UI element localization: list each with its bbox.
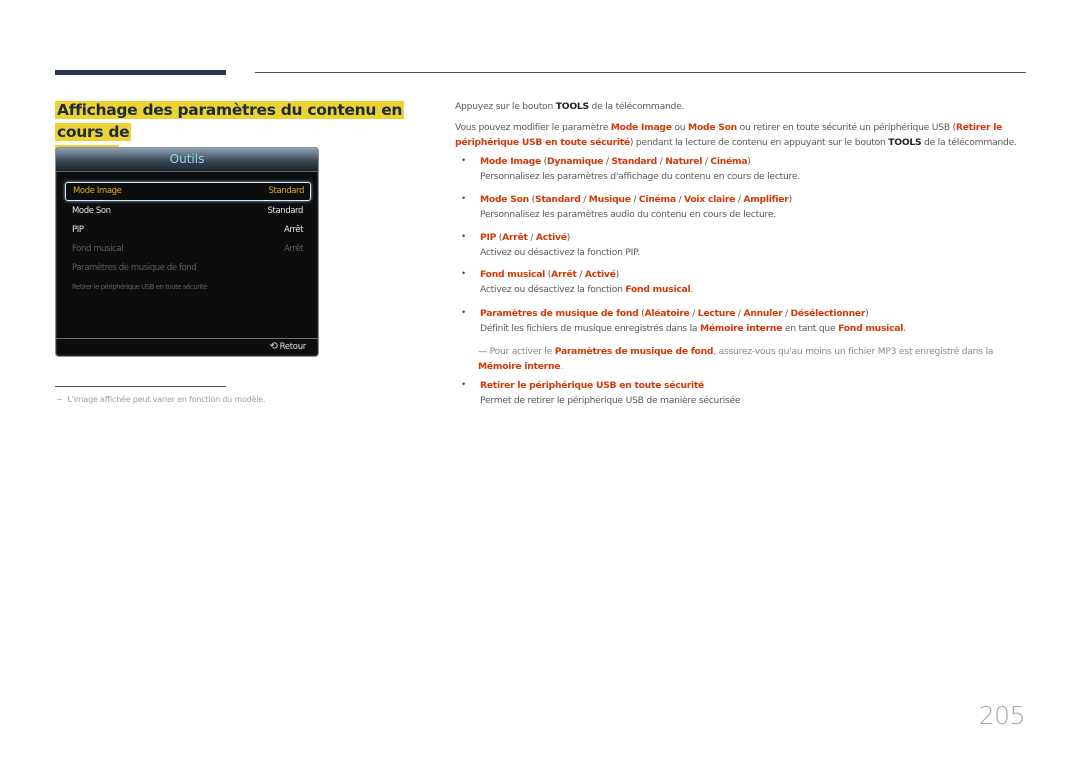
- hl-music-settings: Paramètres de musique de fond: [554, 346, 714, 357]
- bullet-mode-son: Mode Son (Standard / Musique / Cinéma / …: [480, 194, 792, 220]
- option: Standard: [611, 156, 657, 167]
- item-value: Standard: [267, 206, 304, 216]
- text: Appuyez sur le bouton: [455, 101, 556, 112]
- text: Vous pouvez modifier le paramètre: [455, 122, 611, 133]
- option: Annuler: [743, 308, 783, 319]
- bullet-icon: •: [462, 231, 466, 241]
- hl-fond-musical: Fond musical: [625, 284, 691, 295]
- tools-menu-footer: ⟲ Retour: [56, 338, 318, 356]
- tools-keyword: TOOLS: [555, 101, 589, 112]
- bullet-icon: •: [462, 155, 466, 165]
- bullet-icon: •: [462, 268, 466, 278]
- header-bar-thick: [55, 70, 226, 75]
- item-label: Retirer le périphérique USB en toute séc…: [72, 283, 208, 291]
- option: Aléatoire: [644, 308, 690, 319]
- text: de la télécommande.: [588, 101, 685, 112]
- text: Pour activer le: [489, 346, 555, 357]
- item-label: PIP: [72, 225, 84, 235]
- note-dash: —: [478, 346, 487, 357]
- footnote-rule: [55, 386, 226, 387]
- tools-menu-item-mode-son: Mode Son Standard: [65, 203, 309, 220]
- hl-retirer: périphérique USB en toute sécurité: [455, 137, 630, 148]
- tools-menu-item-music-settings: Paramètres de musique de fond: [65, 260, 309, 277]
- option: Voix claire: [684, 194, 736, 205]
- bullet-title: Mode Image: [480, 156, 541, 167]
- tools-menu-item-mode-image: Mode Image Standard: [65, 182, 311, 201]
- bullet-desc: Activez ou désactivez la fonction PIP.: [480, 247, 640, 258]
- bullet-icon: •: [462, 307, 466, 317]
- text: ) pendant la lecture de contenu en appuy…: [629, 137, 889, 148]
- hl-retirer: Retirer le: [955, 122, 1003, 133]
- option: Musique: [588, 194, 631, 205]
- item-label: Mode Son: [72, 206, 111, 216]
- intro-paragraph-2: Vous pouvez modifier le paramètre Mode I…: [455, 120, 1025, 150]
- option: Activé: [535, 232, 567, 243]
- hl-memoire-interne: Mémoire interne: [699, 323, 783, 334]
- tools-keyword: TOOLS: [888, 137, 922, 148]
- hl-fond-musical: Fond musical: [838, 323, 904, 334]
- item-label: Fond musical: [72, 244, 124, 254]
- heading-line-1: Affichage des paramètres du contenu en c…: [55, 101, 405, 141]
- tools-menu-item-remove-usb: Retirer le périphérique USB en toute séc…: [65, 279, 309, 296]
- tools-menu-item-pip: PIP Arrêt: [65, 222, 309, 239]
- bullet-desc: Personnalisez les paramètres audio du co…: [480, 209, 776, 220]
- bullet-pip: PIP (Arrêt / Activé) Activez ou désactiv…: [480, 232, 640, 258]
- option: Arrêt: [551, 269, 577, 280]
- text: ou: [671, 122, 689, 133]
- tools-menu-screenshot: Outils Mode Image Standard Mode Son Stan…: [55, 147, 319, 357]
- bullet-music-settings: Paramètres de musique de fond (Aléatoire…: [480, 308, 906, 334]
- bullet-title: Retirer le périphérique USB en toute séc…: [480, 380, 705, 391]
- option: Cinéma: [638, 194, 676, 205]
- bullet-desc: Activez ou désactivez la fonction: [480, 284, 626, 295]
- text: .: [690, 284, 694, 295]
- intro-paragraph-1: Appuyez sur le bouton TOOLS de la téléco…: [455, 99, 684, 114]
- tools-menu-item-fond-musical: Fond musical Arrêt: [65, 241, 309, 258]
- option: Cinéma: [710, 156, 748, 167]
- bullet-title: Mode Son: [480, 194, 529, 205]
- option: Désélectionner: [790, 308, 866, 319]
- option: Dynamique: [546, 156, 604, 167]
- text: , assurez-vous qu'au moins un fichier MP…: [713, 346, 994, 357]
- item-label: Mode Image: [73, 186, 122, 196]
- option: Activé: [584, 269, 616, 280]
- bullet-mode-image: Mode Image (Dynamique / Standard / Natur…: [480, 156, 800, 182]
- option: Standard: [534, 194, 581, 205]
- note: — Pour activer le Paramètres de musique …: [478, 344, 993, 374]
- text: en tant que: [782, 323, 839, 334]
- header-rule: [255, 72, 1026, 73]
- page-number: 205: [978, 701, 1026, 730]
- text: ou retirer en toute sécurité un périphér…: [736, 122, 956, 133]
- footnote-text: L'image affichée peut varier en fonction…: [67, 395, 266, 404]
- bullet-icon: •: [462, 193, 466, 203]
- return-hint: ⟲ Retour: [269, 341, 307, 352]
- bullet-desc: Personnalisez les paramètres d'affichage…: [480, 171, 800, 182]
- bullet-remove-usb: Retirer le périphérique USB en toute séc…: [480, 378, 741, 408]
- return-icon: ⟲: [269, 341, 278, 352]
- hl-mode-image: Mode Image: [610, 122, 672, 133]
- bullet-icon: •: [462, 379, 466, 389]
- footnote-dash: −: [56, 395, 63, 404]
- hl-mode-son: Mode Son: [688, 122, 737, 133]
- option: Lecture: [697, 308, 736, 319]
- option: Amplifier: [743, 194, 789, 205]
- item-value: Standard: [268, 186, 305, 196]
- text: de la télécommande.: [921, 137, 1017, 148]
- footnote: − L'image affichée peut varier en fonctio…: [56, 395, 266, 404]
- bullet-desc: Permet de retirer le périphérique USB de…: [480, 395, 741, 406]
- bullet-desc: Définit les fichiers de musique enregist…: [480, 323, 700, 334]
- tools-menu-title: Outils: [56, 148, 318, 172]
- text: .: [560, 361, 563, 372]
- text: .: [903, 323, 906, 334]
- return-label: Retour: [279, 342, 307, 352]
- bullet-title: Fond musical: [480, 269, 546, 280]
- bullet-title: Paramètres de musique de fond: [480, 308, 639, 319]
- item-value: Arrêt: [283, 244, 303, 254]
- option: Arrêt: [502, 232, 528, 243]
- bullet-title: PIP: [480, 232, 497, 243]
- bullet-fond-musical: Fond musical (Arrêt / Activé) Activez ou…: [480, 269, 694, 295]
- hl-memoire-interne: Mémoire interne: [478, 361, 561, 372]
- option: Naturel: [665, 156, 703, 167]
- item-value: Arrêt: [283, 225, 303, 235]
- item-label: Paramètres de musique de fond: [72, 263, 197, 273]
